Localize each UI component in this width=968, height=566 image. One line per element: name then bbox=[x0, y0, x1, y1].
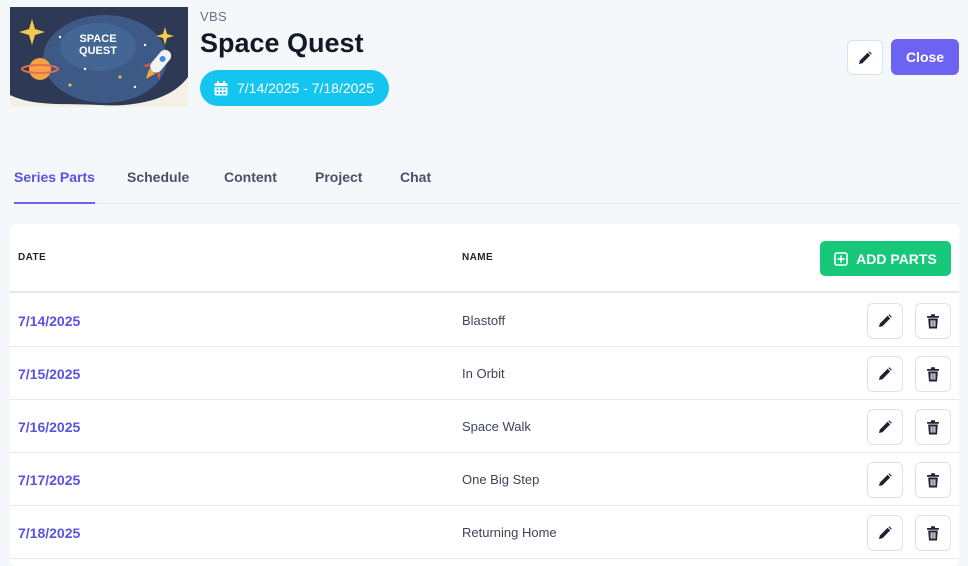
row-date-link[interactable]: 7/15/2025 bbox=[18, 366, 80, 382]
pencil-icon bbox=[879, 473, 892, 486]
pencil-icon bbox=[879, 314, 892, 327]
row-date-link[interactable]: 7/18/2025 bbox=[18, 525, 80, 541]
delete-row-button[interactable] bbox=[915, 462, 951, 498]
trash-icon bbox=[927, 472, 939, 487]
edit-row-button[interactable] bbox=[867, 303, 903, 339]
tab-schedule[interactable]: Schedule bbox=[127, 150, 189, 203]
calendar-icon bbox=[214, 80, 228, 95]
edit-row-button[interactable] bbox=[867, 515, 903, 551]
add-parts-button[interactable]: ADD PARTS bbox=[820, 241, 951, 276]
pencil-icon bbox=[859, 50, 872, 64]
row-date-link[interactable]: 7/17/2025 bbox=[18, 472, 80, 488]
space-quest-artwork: SPACE QUEST bbox=[10, 7, 188, 107]
delete-row-button[interactable] bbox=[915, 515, 951, 551]
pencil-icon bbox=[879, 526, 892, 539]
series-header: SPACE QUEST VBS Space Quest 7/14/2025 - … bbox=[0, 0, 968, 120]
series-parts-table: DATE NAME ADD PARTS 7/14/2025 Blastoff 7… bbox=[10, 224, 959, 566]
table-row: 7/14/2025 Blastoff bbox=[10, 294, 959, 347]
series-category: VBS bbox=[200, 9, 227, 24]
table-row: 7/18/2025 Returning Home bbox=[10, 506, 959, 559]
edit-row-button[interactable] bbox=[867, 462, 903, 498]
series-thumbnail: SPACE QUEST bbox=[10, 7, 188, 107]
thumbnail-text-line2: QUEST bbox=[79, 45, 117, 57]
table-row: 7/15/2025 In Orbit bbox=[10, 347, 959, 400]
row-date-link[interactable]: 7/14/2025 bbox=[18, 313, 80, 329]
edit-row-button[interactable] bbox=[867, 409, 903, 445]
row-name: Space Walk bbox=[462, 419, 531, 434]
date-range-badge: 7/14/2025 - 7/18/2025 bbox=[200, 70, 389, 106]
trash-icon bbox=[927, 419, 939, 434]
tab-series-parts[interactable]: Series Parts bbox=[14, 150, 95, 204]
tab-chat[interactable]: Chat bbox=[400, 150, 431, 203]
plus-square-icon bbox=[834, 251, 848, 266]
pencil-icon bbox=[879, 420, 892, 433]
trash-icon bbox=[927, 366, 939, 381]
trash-icon bbox=[927, 525, 939, 540]
table-row: 7/17/2025 One Big Step bbox=[10, 453, 959, 506]
row-name: One Big Step bbox=[462, 472, 540, 487]
row-name: In Orbit bbox=[462, 366, 505, 381]
row-name: Blastoff bbox=[462, 313, 506, 328]
row-date-link[interactable]: 7/16/2025 bbox=[18, 419, 80, 435]
table-row: 7/16/2025 Space Walk bbox=[10, 400, 959, 453]
add-parts-label: ADD PARTS bbox=[856, 250, 937, 267]
edit-row-button[interactable] bbox=[867, 356, 903, 392]
tab-project[interactable]: Project bbox=[315, 150, 362, 203]
page-title: Space Quest bbox=[200, 28, 364, 58]
pencil-icon bbox=[879, 367, 892, 380]
date-range-text: 7/14/2025 - 7/18/2025 bbox=[237, 80, 375, 96]
thumbnail-text-line1: SPACE bbox=[79, 33, 116, 45]
delete-row-button[interactable] bbox=[915, 303, 951, 339]
column-header-date[interactable]: DATE bbox=[18, 252, 46, 263]
tab-bar: Series Parts Schedule Content Project Ch… bbox=[14, 150, 959, 204]
row-name: Returning Home bbox=[462, 525, 557, 540]
tab-content[interactable]: Content bbox=[224, 150, 277, 203]
close-button[interactable]: Close bbox=[891, 39, 959, 75]
delete-row-button[interactable] bbox=[915, 356, 951, 392]
table-header: DATE NAME ADD PARTS bbox=[10, 224, 959, 293]
edit-series-button[interactable] bbox=[847, 40, 883, 75]
trash-icon bbox=[927, 313, 939, 328]
column-header-name[interactable]: NAME bbox=[462, 252, 493, 263]
delete-row-button[interactable] bbox=[915, 409, 951, 445]
